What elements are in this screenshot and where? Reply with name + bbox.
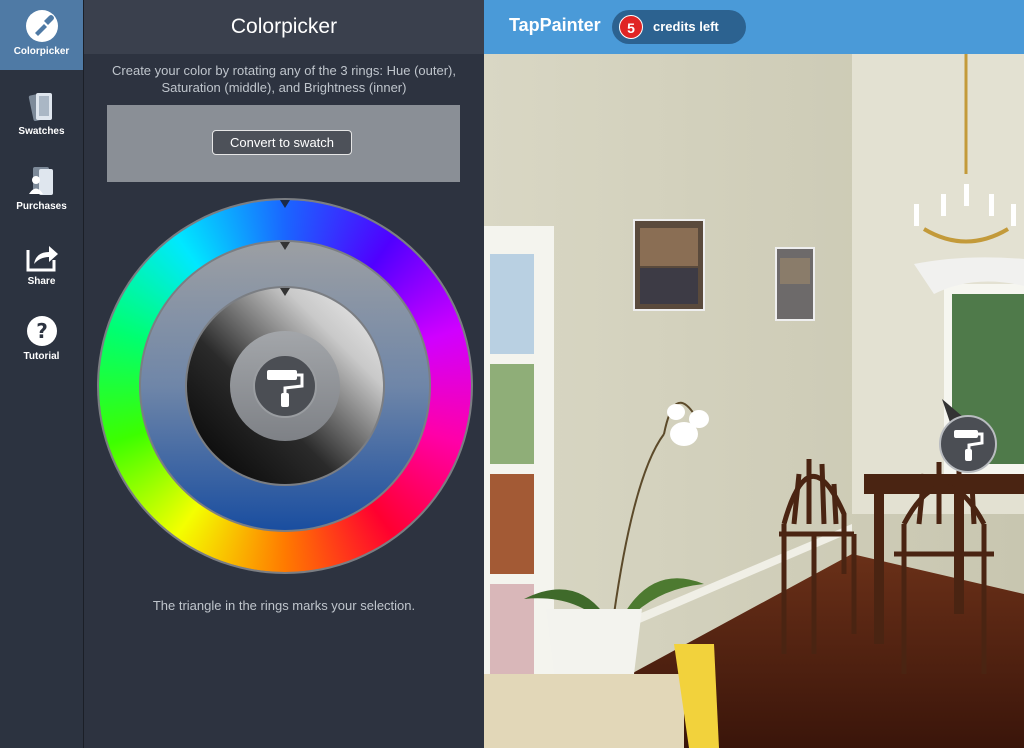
swatches-icon bbox=[28, 92, 52, 122]
side-table bbox=[484, 674, 684, 748]
nav-label: Colorpicker bbox=[13, 46, 70, 57]
colorpicker-panel: Colorpicker Create your color by rotatin… bbox=[84, 0, 484, 748]
credits-count-badge: 5 bbox=[619, 15, 643, 39]
nav-item-purchases[interactable]: Purchases bbox=[0, 155, 83, 225]
nav-item-tutorial[interactable]: ? Tutorial bbox=[0, 305, 83, 375]
purchases-icon bbox=[28, 167, 53, 195]
center-roller[interactable] bbox=[230, 331, 340, 441]
nav-label: Swatches bbox=[18, 126, 65, 137]
help-icon: ? bbox=[26, 316, 57, 346]
color-preview: Convert to swatch bbox=[107, 105, 460, 182]
instructions-text: Create your color by rotating any of the… bbox=[112, 63, 456, 95]
credits-pill[interactable]: 5 credits left bbox=[612, 10, 746, 44]
sidebar-nav: Colorpicker Swatches Purchases Share ? T… bbox=[0, 0, 84, 748]
color-wheel bbox=[97, 198, 473, 574]
app-title: TapPainter bbox=[509, 15, 601, 35]
eyedropper-icon bbox=[25, 10, 58, 42]
credits-label: credits left bbox=[653, 19, 719, 34]
nav-label: Share bbox=[27, 276, 56, 287]
nav-label: Tutorial bbox=[23, 351, 60, 362]
nav-item-share[interactable]: Share bbox=[0, 230, 83, 300]
panel-title: Colorpicker bbox=[84, 0, 484, 54]
app-header: TapPainter 5 credits left bbox=[484, 0, 1024, 54]
nav-item-swatches[interactable]: Swatches bbox=[0, 80, 83, 150]
selection-hint: The triangle in the rings marks your sel… bbox=[152, 598, 416, 613]
room-photo[interactable] bbox=[484, 54, 1024, 748]
convert-to-swatch-button[interactable]: Convert to swatch bbox=[212, 130, 352, 155]
nav-item-colorpicker[interactable]: Colorpicker bbox=[0, 0, 83, 70]
share-icon bbox=[26, 246, 58, 272]
svg-text:?: ? bbox=[36, 319, 48, 343]
nav-label: Purchases bbox=[16, 201, 67, 212]
